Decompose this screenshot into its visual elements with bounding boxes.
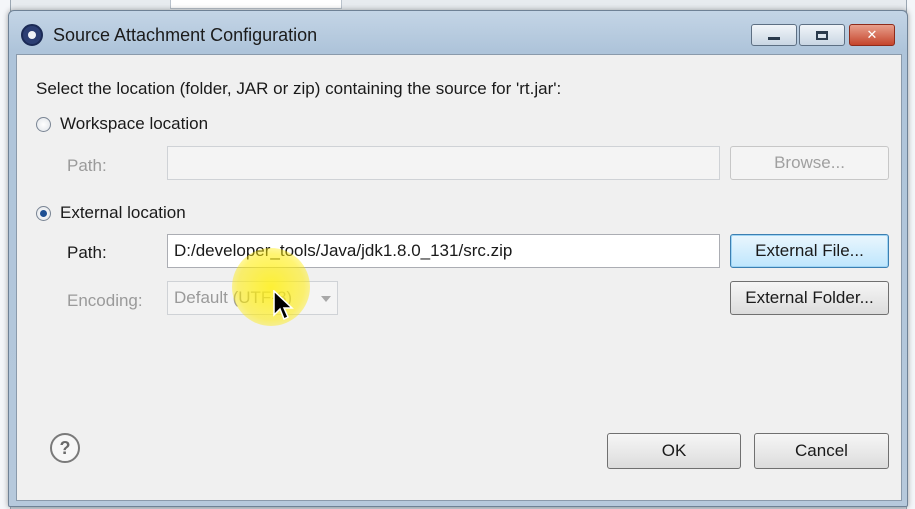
background-ide-top bbox=[0, 0, 915, 10]
source-attachment-dialog: Source Attachment Configuration ✕ Select… bbox=[8, 10, 908, 507]
browse-button[interactable]: Browse... bbox=[730, 146, 889, 180]
external-folder-button[interactable]: External Folder... bbox=[730, 281, 889, 315]
mouse-pointer-icon bbox=[273, 290, 294, 321]
instruction-text: Select the location (folder, JAR or zip)… bbox=[36, 79, 562, 98]
workspace-path-field[interactable] bbox=[167, 146, 720, 180]
external-path-label: Path: bbox=[67, 243, 107, 262]
encoding-label: Encoding: bbox=[67, 291, 143, 310]
background-editor-tab bbox=[170, 0, 342, 9]
external-radio[interactable] bbox=[36, 205, 51, 221]
dialog-client-area: Select the location (folder, JAR or zip)… bbox=[16, 54, 902, 501]
workspace-radio[interactable] bbox=[36, 116, 51, 132]
dialog-title: Source Attachment Configuration bbox=[53, 25, 318, 45]
cancel-button[interactable]: Cancel bbox=[754, 433, 889, 469]
workspace-path-label: Path: bbox=[67, 156, 107, 175]
external-file-button[interactable]: External File... bbox=[730, 234, 889, 268]
workspace-radio-label: Workspace location bbox=[60, 114, 209, 133]
minimize-icon bbox=[768, 37, 780, 40]
maximize-button[interactable] bbox=[799, 24, 845, 46]
external-location-option[interactable]: External location bbox=[36, 203, 186, 223]
close-button[interactable]: ✕ bbox=[849, 24, 895, 46]
workspace-location-option[interactable]: Workspace location bbox=[36, 114, 208, 134]
external-radio-label: External location bbox=[60, 203, 186, 222]
help-icon: ? bbox=[59, 437, 71, 458]
external-path-field[interactable]: D:/developer_tools/Java/jdk1.8.0_131/src… bbox=[167, 234, 720, 268]
chevron-down-icon bbox=[321, 296, 331, 302]
maximize-icon bbox=[816, 30, 828, 40]
eclipse-app-icon bbox=[21, 24, 43, 46]
minimize-button[interactable] bbox=[751, 24, 797, 46]
close-icon: ✕ bbox=[866, 27, 878, 42]
help-button[interactable]: ? bbox=[50, 433, 80, 463]
ok-button[interactable]: OK bbox=[607, 433, 741, 469]
encoding-select[interactable]: Default (UTF-8) bbox=[167, 281, 338, 315]
